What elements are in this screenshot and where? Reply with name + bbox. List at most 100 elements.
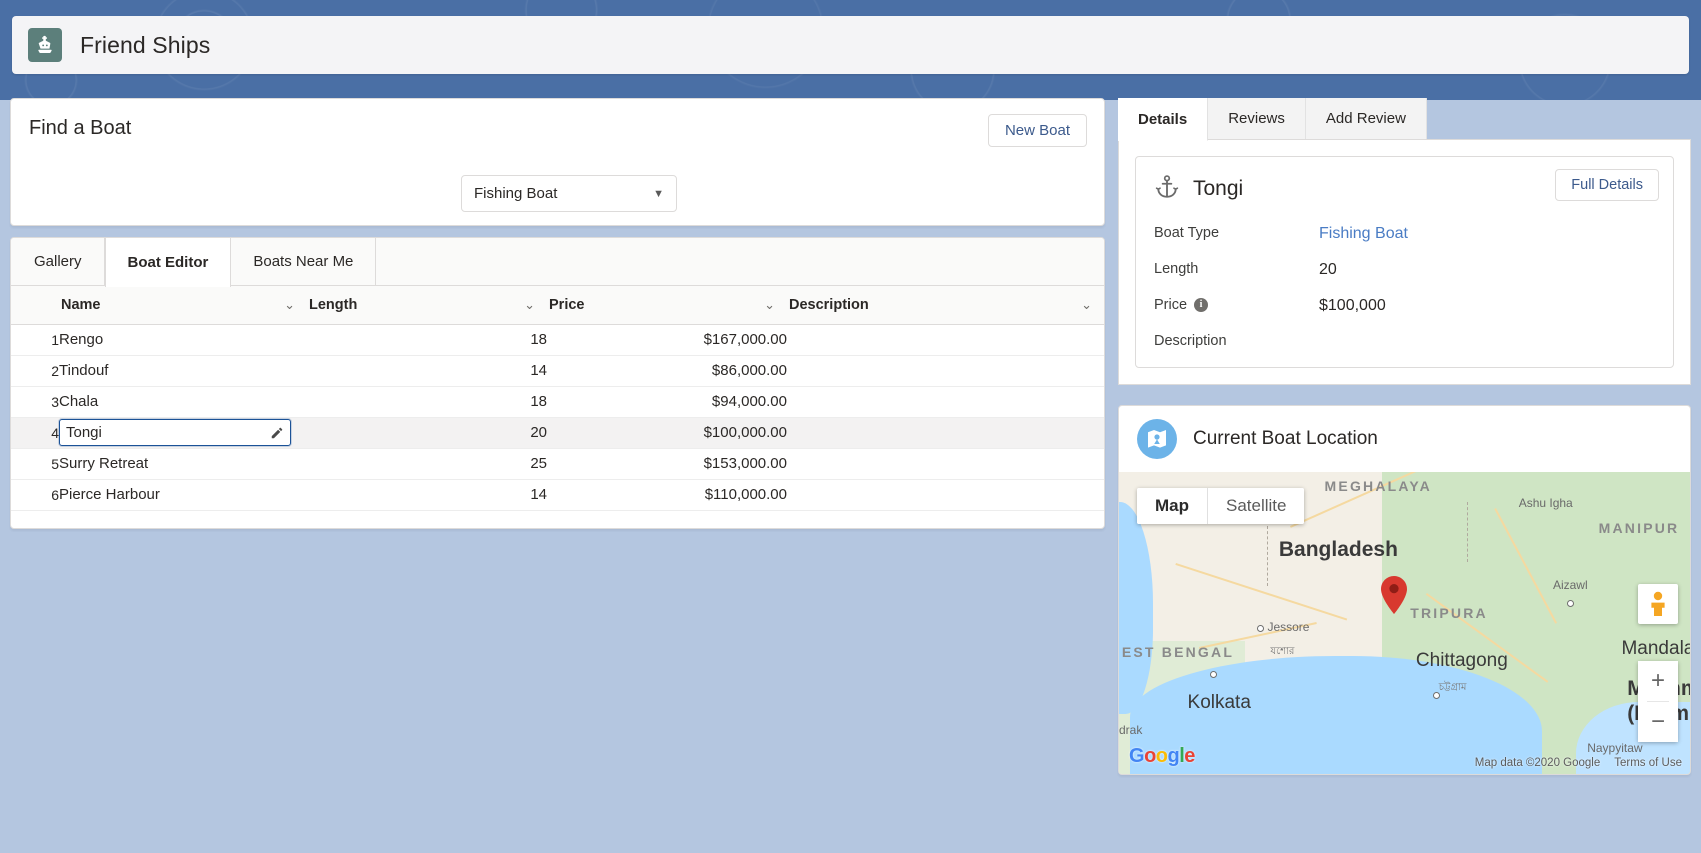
tab-boats-near-me[interactable]: Boats Near Me — [231, 238, 377, 285]
boat-detail-name: Tongi — [1193, 177, 1244, 200]
column-label-description: Description — [789, 296, 869, 313]
chevron-down-icon-price[interactable]: ⌄ — [764, 297, 775, 313]
table-row[interactable]: 6 Pierce Harbour 14 $110,000.00 — [11, 479, 1104, 511]
ship-logo-icon — [28, 28, 62, 62]
full-details-button[interactable]: Full Details — [1555, 169, 1659, 201]
column-label-price: Price — [549, 296, 585, 313]
info-icon[interactable]: i — [1194, 298, 1209, 312]
table-row[interactable]: 3 Chala 18 $94,000.00 — [11, 386, 1104, 418]
map-type-map-button[interactable]: Map — [1137, 488, 1207, 524]
table-row-selected[interactable]: 4 Tongi 20 $100,000.00 — [11, 417, 1104, 449]
chevron-down-icon: ▼ — [653, 187, 664, 200]
cell-name-editing[interactable]: Tongi — [59, 417, 307, 449]
map-zoom-in-button[interactable]: + — [1638, 661, 1678, 701]
map-viewport[interactable]: MEGHALAYA Ashu Igha MANIPUR Bangladesh A… — [1119, 472, 1690, 774]
cell-description[interactable] — [787, 448, 1104, 480]
cell-name[interactable]: Surry Retreat — [59, 448, 307, 480]
google-logo-o1: o — [1144, 745, 1156, 767]
table-row[interactable]: 2 Tindouf 14 $86,000.00 — [11, 355, 1104, 387]
cell-price[interactable]: $94,000.00 — [547, 386, 787, 418]
map-data-attribution: Map data ©2020 Google — [1474, 757, 1601, 769]
cell-price[interactable]: $153,000.00 — [547, 448, 787, 480]
cell-description[interactable] — [787, 324, 1104, 356]
find-a-boat-card: Find a Boat New Boat Fishing Boat ▼ — [10, 98, 1105, 226]
pegman-street-view-control[interactable] — [1638, 584, 1678, 624]
current-boat-location-card: Current Boat Location MEGHALAYA Ashu Igh… — [1118, 405, 1691, 775]
chevron-down-icon-description[interactable]: ⌄ — [1081, 297, 1092, 313]
pencil-edit-icon[interactable] — [270, 426, 284, 440]
tab-gallery[interactable]: Gallery — [11, 238, 105, 285]
new-boat-button[interactable]: New Boat — [987, 114, 1087, 147]
tab-details[interactable]: Details — [1118, 98, 1209, 141]
cell-length[interactable]: 20 — [307, 417, 547, 449]
details-panel: Tongi Full Details Boat Type Fishing Boa… — [1118, 140, 1691, 385]
map-type-toggle: Map Satellite — [1137, 488, 1305, 524]
field-value-length: 20 — [1319, 261, 1337, 278]
boat-detail-card: Tongi Full Details Boat Type Fishing Boa… — [1135, 156, 1674, 368]
google-logo-e: e — [1184, 745, 1195, 767]
tab-add-review[interactable]: Add Review — [1305, 98, 1427, 139]
anchor-icon — [1154, 174, 1180, 205]
field-description: Description — [1154, 333, 1655, 349]
cell-price[interactable]: $167,000.00 — [547, 324, 787, 356]
tab-reviews[interactable]: Reviews — [1208, 98, 1306, 139]
table-header-row: Name ⌄ Length ⌄ Price ⌄ Description ⌄ — [11, 286, 1104, 325]
cell-price[interactable]: $86,000.00 — [547, 355, 787, 387]
field-price: Price i $100,000 — [1154, 297, 1655, 315]
cell-price[interactable]: $110,000.00 — [547, 479, 787, 511]
inline-edit-name-field[interactable]: Tongi — [59, 419, 291, 446]
column-header-price: Price ⌄ — [547, 286, 787, 325]
google-logo: Google — [1129, 745, 1195, 768]
field-value-price: $100,000 — [1319, 297, 1386, 314]
boat-tabs: Gallery Boat Editor Boats Near Me — [11, 238, 1104, 287]
field-label-price: Price i — [1154, 297, 1319, 313]
cell-description[interactable] — [787, 479, 1104, 511]
find-a-boat-title: Find a Boat — [29, 117, 132, 139]
column-header-length: Length ⌄ — [307, 286, 547, 325]
detail-tabs: Details Reviews Add Review — [1118, 98, 1691, 141]
cell-length[interactable]: 14 — [307, 479, 547, 511]
boats-table-header: Name ⌄ Length ⌄ Price ⌄ Description ⌄ — [11, 286, 1104, 325]
cell-length[interactable]: 18 — [307, 324, 547, 356]
map-terms-of-use-link[interactable]: Terms of Use — [1614, 757, 1682, 769]
column-header-index — [11, 286, 59, 325]
row-index: 6 — [11, 479, 59, 511]
chevron-down-icon-length[interactable]: ⌄ — [524, 297, 535, 313]
column-header-description: Description ⌄ — [787, 286, 1104, 325]
map-city-dot-aizawl — [1566, 600, 1574, 608]
map-type-satellite-button[interactable]: Satellite — [1208, 488, 1305, 524]
map-card-header: Current Boat Location — [1119, 406, 1690, 472]
field-label-description: Description — [1154, 333, 1227, 349]
boats-table: Name ⌄ Length ⌄ Price ⌄ Description ⌄ 1 … — [11, 286, 1104, 511]
map-zoom-controls: + − — [1638, 661, 1678, 742]
cell-description[interactable] — [787, 386, 1104, 418]
cell-length[interactable]: 14 — [307, 355, 547, 387]
map-location-pin[interactable] — [1381, 576, 1407, 614]
cell-name[interactable]: Pierce Harbour — [59, 479, 307, 511]
cell-length[interactable]: 25 — [307, 448, 547, 480]
table-row[interactable]: 1 Rengo 18 $167,000.00 — [11, 324, 1104, 356]
table-row[interactable]: 5 Surry Retreat 25 $153,000.00 — [11, 448, 1104, 480]
row-index: 3 — [11, 386, 59, 418]
field-label-boat-type: Boat Type — [1154, 225, 1220, 241]
chevron-down-icon-name[interactable]: ⌄ — [284, 297, 295, 313]
cell-description[interactable] — [787, 355, 1104, 387]
boat-editor-card: Gallery Boat Editor Boats Near Me Name ⌄ — [10, 237, 1105, 529]
row-index: 5 — [11, 448, 59, 480]
cell-description[interactable] — [787, 417, 1104, 449]
cell-price[interactable]: $100,000.00 — [547, 417, 787, 449]
cell-length[interactable]: 18 — [307, 386, 547, 418]
map-attribution: Map data ©2020 Google Terms of Use — [1475, 757, 1682, 769]
boat-type-select[interactable]: Fishing Boat ▼ — [461, 175, 677, 212]
cell-name[interactable]: Tindouf — [59, 355, 307, 387]
field-value-boat-type[interactable]: Fishing Boat — [1319, 225, 1408, 243]
cell-name[interactable]: Rengo — [59, 324, 307, 356]
row-index: 1 — [11, 324, 59, 356]
map-zoom-out-button[interactable]: − — [1638, 702, 1678, 742]
map-border — [1467, 502, 1469, 563]
field-label-price-text: Price — [1154, 297, 1188, 313]
app-title: Friend Ships — [80, 31, 211, 58]
tab-boat-editor[interactable]: Boat Editor — [104, 238, 232, 287]
cell-name[interactable]: Chala — [59, 386, 307, 418]
column-label-length: Length — [309, 296, 358, 313]
